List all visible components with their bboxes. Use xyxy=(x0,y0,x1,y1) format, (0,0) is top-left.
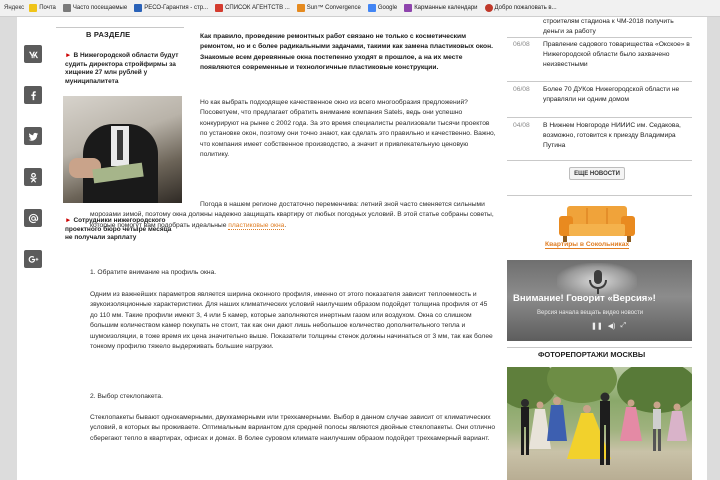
vk-icon[interactable] xyxy=(24,45,42,63)
in-section-link[interactable]: ► В Нижегородской области будут судить ди… xyxy=(65,52,180,86)
bookmark-item[interactable]: Добро пожаловать в... xyxy=(484,4,557,12)
promo-link[interactable]: Квартиры в Сокольниках xyxy=(545,241,630,249)
video-banner[interactable]: Внимание! Говорит «Версия»! Версия начал… xyxy=(507,260,692,341)
bookmark-favicon-icon xyxy=(215,4,224,12)
twitter-icon[interactable] xyxy=(24,127,42,145)
left-gutter xyxy=(0,17,17,480)
social-share-bar xyxy=(24,45,42,291)
news-item[interactable]: строителям стадиона к ЧМ-2018 получить д… xyxy=(507,17,692,37)
odnoklassniki-icon[interactable] xyxy=(24,168,42,186)
bookmarks-bar: Яндекс Почта Часто посещаемые РЕСО-Гаран… xyxy=(0,0,720,17)
article-paragraph: Погода в нашем регионе достаточно переме… xyxy=(90,201,494,230)
arrow-right-icon: ► xyxy=(65,52,72,59)
news-date: 06/08 xyxy=(513,41,530,48)
article-subheading: 1. Обратите внимание на профиль окна. xyxy=(90,269,217,276)
article-lead: Как правило, проведение ремонтных работ … xyxy=(200,33,494,72)
photo-section-header: ФОТОРЕПОРТАЖИ МОСКВЫ xyxy=(507,347,692,361)
bookmark-favicon-icon xyxy=(367,4,376,12)
bookmark-favicon-icon xyxy=(29,4,38,12)
facebook-icon[interactable] xyxy=(24,86,42,104)
article-paragraph: Но как выбрать подходящее качественное о… xyxy=(200,99,496,159)
bookmark-item[interactable]: Часто посещаемые xyxy=(62,4,127,12)
news-item[interactable]: 06/08 Более 70 ДУКов Нижегородской облас… xyxy=(507,85,692,115)
news-title: В Нижнем Новгороде НИИИС им. Седакова, в… xyxy=(543,122,681,149)
photo-section-title: ФОТОРЕПОРТАЖИ МОСКВЫ xyxy=(538,350,646,359)
in-section-header: В РАЗДЕЛЕ xyxy=(56,27,184,41)
right-gutter xyxy=(707,17,720,480)
in-section-title: В РАЗДЕЛЕ xyxy=(86,30,131,39)
article-subheading: 2. Выбор стеклопакета. xyxy=(90,393,163,400)
article-paragraph: Стеклопакеты бывают однокамерными, двухк… xyxy=(90,414,496,442)
bookmark-item[interactable]: Sun™ Convergence xyxy=(296,4,361,12)
news-item[interactable]: 04/08 В Нижнем Новгороде НИИИС им. Седак… xyxy=(507,121,692,159)
photo-report-image[interactable] xyxy=(507,367,692,480)
video-controls: ❚❚ ◀) ⤢ xyxy=(591,322,626,330)
browser-window: Яндекс Почта Часто посещаемые РЕСО-Гаран… xyxy=(0,0,720,480)
article-paragraph: Одним из важнейших параметров является ш… xyxy=(90,291,493,351)
bookmark-favicon-icon xyxy=(484,4,493,12)
banner-subtitle: Версия начала вещать видео новости xyxy=(537,310,644,316)
right-sidebar: строителям стадиона к ЧМ-2018 получить д… xyxy=(507,17,692,480)
news-date: 04/08 xyxy=(513,122,530,129)
more-news-button[interactable]: ЕЩЕ НОВОСТИ xyxy=(569,167,625,180)
news-item[interactable]: 06/08 Правление садового товарищества «О… xyxy=(507,40,692,78)
pause-icon[interactable]: ❚❚ xyxy=(591,322,603,330)
bookmark-item[interactable]: СПИСОК АГЕНТСТВ ... xyxy=(215,4,290,12)
fullscreen-icon[interactable]: ⤢ xyxy=(620,322,626,330)
news-title: Правление садового товарищества «Окское»… xyxy=(543,41,690,68)
in-section-photo[interactable] xyxy=(63,96,182,203)
news-title: строителям стадиона к ЧМ-2018 получить д… xyxy=(543,18,674,35)
volume-icon[interactable]: ◀) xyxy=(608,322,616,330)
bookmarks-label[interactable]: Яндекс xyxy=(4,5,24,11)
bookmark-favicon-icon xyxy=(62,4,71,12)
news-date: 06/08 xyxy=(513,86,530,93)
banner-title: Внимание! Говорит «Версия»! xyxy=(513,293,656,304)
google-plus-icon[interactable] xyxy=(24,250,42,268)
bookmark-item[interactable]: Google xyxy=(367,4,397,12)
plastic-windows-link[interactable]: пластиковые окна xyxy=(228,221,285,230)
microphone-icon xyxy=(589,270,607,294)
bookmark-favicon-icon xyxy=(134,4,143,12)
bookmark-item[interactable]: РЕСО-Гарантия - стр... xyxy=(134,4,208,12)
bookmark-favicon-icon xyxy=(296,4,305,12)
mail-icon[interactable] xyxy=(24,209,42,227)
sofa-icon[interactable] xyxy=(557,202,637,244)
bookmark-item[interactable]: Почта xyxy=(29,4,56,12)
news-title: Более 70 ДУКов Нижегородской области не … xyxy=(543,86,680,103)
arrow-right-icon: ► xyxy=(65,217,72,224)
bookmark-favicon-icon xyxy=(404,4,413,12)
bookmark-item[interactable]: Карманные календари xyxy=(404,4,478,12)
dancers-illustration xyxy=(521,392,687,465)
